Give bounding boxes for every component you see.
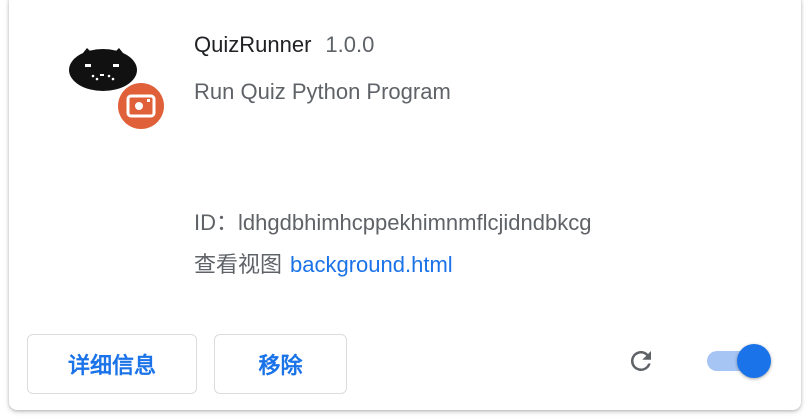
reload-icon [630,350,651,371]
reload-button[interactable] [623,343,659,379]
inspect-views: 查看视图 background.html [194,247,453,279]
extension-id: ID：ldhgdbhimhcppekhimnmflcjidndbkcg [194,205,591,237]
extension-card: QuizRunner 1.0.0 Run Quiz Python Program … [9,0,801,410]
toggle-knob [737,344,771,378]
id-value: ldhgdbhimhcppekhimnmflcjidndbkcg [238,210,592,235]
enable-toggle[interactable] [707,344,771,378]
views-label: 查看视图 [194,252,283,277]
extension-version: 1.0.0 [325,32,375,57]
background-page-link[interactable]: background.html [290,252,453,277]
details-button[interactable]: 详细信息 [27,334,197,394]
remove-button[interactable]: 移除 [214,334,347,394]
extension-title: QuizRunner 1.0.0 [194,32,374,58]
camera-badge-icon [118,83,164,129]
extension-description: Run Quiz Python Program [194,79,451,104]
id-label: ID： [194,210,239,235]
extension-name: QuizRunner [194,32,312,57]
extension-icon [67,44,167,134]
